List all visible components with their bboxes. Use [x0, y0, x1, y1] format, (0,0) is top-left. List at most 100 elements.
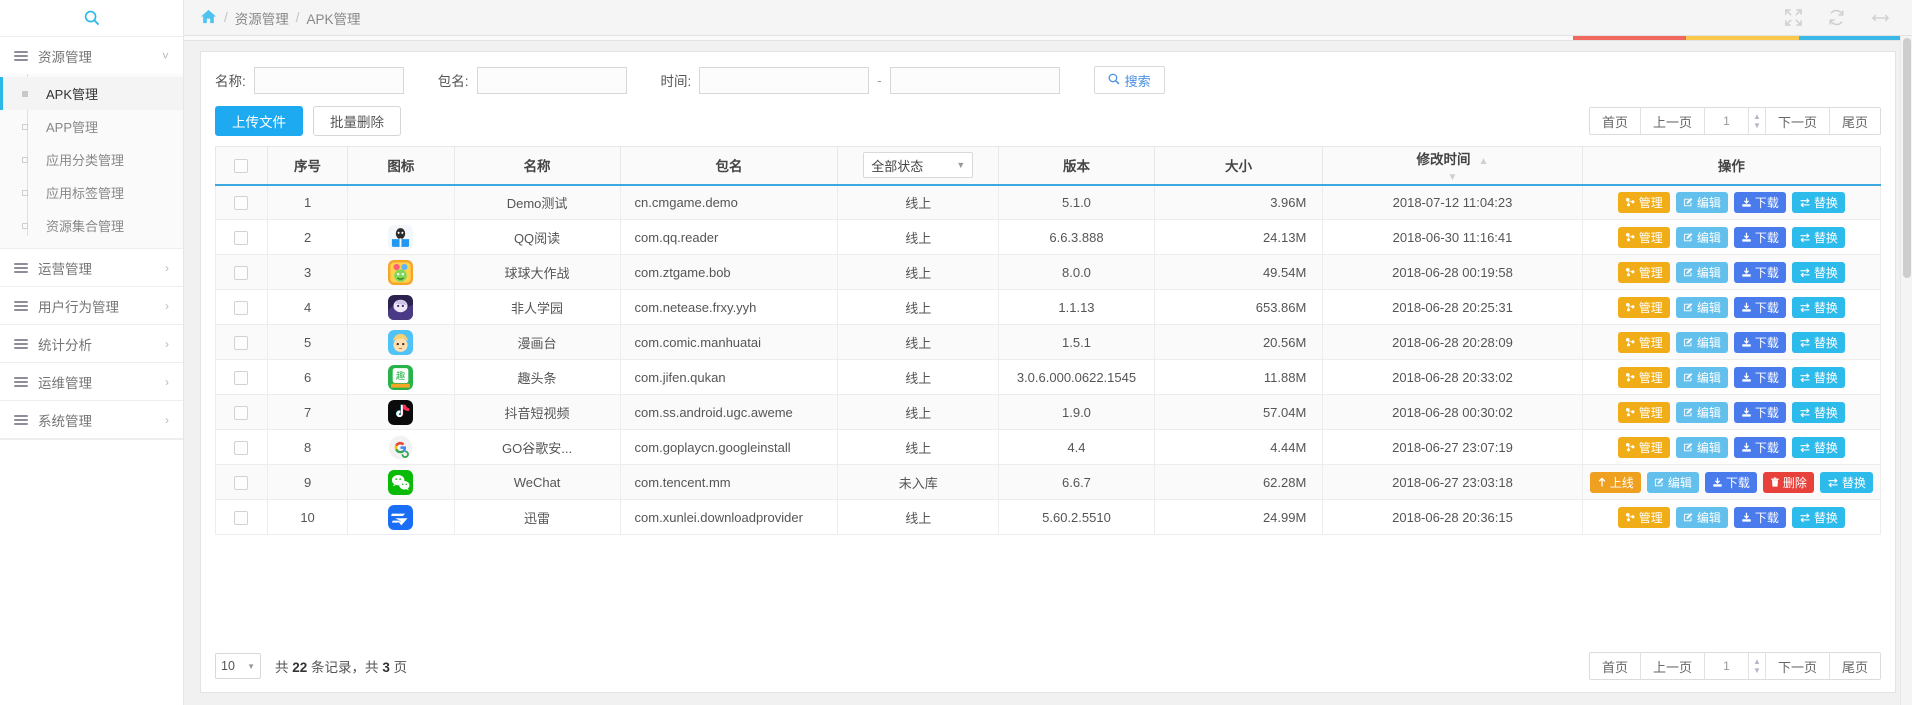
- row-checkbox[interactable]: [234, 511, 248, 525]
- header-modified[interactable]: 修改时间▲▼: [1323, 147, 1582, 185]
- prev-page-button[interactable]: 上一页: [1641, 108, 1705, 134]
- delete-button[interactable]: 删除: [1763, 472, 1814, 493]
- replace-button[interactable]: 替换: [1792, 367, 1845, 388]
- breadcrumb-item-resource[interactable]: 资源管理: [235, 8, 289, 28]
- vertical-scrollbar[interactable]: [1900, 36, 1912, 705]
- fullscreen-icon[interactable]: [1785, 9, 1802, 26]
- refresh-icon[interactable]: [1828, 9, 1845, 26]
- stepper-down-icon[interactable]: ▼: [1749, 666, 1765, 675]
- prev-page-button-bottom[interactable]: 上一页: [1641, 653, 1705, 679]
- select-all-checkbox[interactable]: [234, 159, 248, 173]
- first-page-button[interactable]: 首页: [1590, 108, 1641, 134]
- sidebar-item-resource-collection[interactable]: 资源集合管理: [0, 209, 183, 242]
- download-button[interactable]: 下载: [1734, 402, 1786, 423]
- edit-button[interactable]: 编辑: [1676, 507, 1728, 528]
- edit-button[interactable]: 编辑: [1676, 192, 1728, 213]
- download-button[interactable]: 下载: [1734, 192, 1786, 213]
- row-checkbox[interactable]: [234, 231, 248, 245]
- replace-button[interactable]: 替换: [1792, 507, 1845, 528]
- download-button[interactable]: 下载: [1734, 297, 1786, 318]
- edit-button[interactable]: 编辑: [1647, 472, 1699, 493]
- manage-button[interactable]: 管理: [1618, 332, 1670, 353]
- sidebar-group-header-system[interactable]: 系统管理 ›: [0, 401, 183, 438]
- upload-file-button[interactable]: 上传文件: [215, 106, 303, 136]
- download-button[interactable]: 下载: [1734, 437, 1786, 458]
- state-filter-select[interactable]: 全部状态 ▼: [863, 152, 973, 178]
- replace-button[interactable]: 替换: [1792, 402, 1845, 423]
- page-number-input[interactable]: [1705, 108, 1749, 134]
- edit-button[interactable]: 编辑: [1676, 297, 1728, 318]
- time-from-input[interactable]: [699, 67, 869, 94]
- sidebar-group-header-user-behavior[interactable]: 用户行为管理 ›: [0, 287, 183, 324]
- cell-size: 57.04M: [1154, 395, 1323, 430]
- last-page-button-bottom[interactable]: 尾页: [1830, 653, 1880, 679]
- download-button[interactable]: 下载: [1734, 262, 1786, 283]
- edit-button[interactable]: 编辑: [1676, 332, 1728, 353]
- replace-button[interactable]: 替换: [1792, 437, 1845, 458]
- download-button[interactable]: 下载: [1734, 507, 1786, 528]
- manage-button[interactable]: 管理: [1618, 262, 1670, 283]
- row-checkbox[interactable]: [234, 371, 248, 385]
- row-checkbox[interactable]: [234, 406, 248, 420]
- manage-button[interactable]: 管理: [1618, 192, 1670, 213]
- manage-button[interactable]: 管理: [1618, 297, 1670, 318]
- breadcrumb-item-apk[interactable]: APK管理: [307, 8, 361, 28]
- next-page-button[interactable]: 下一页: [1766, 108, 1830, 134]
- edit-button[interactable]: 编辑: [1676, 262, 1728, 283]
- sidebar-group-header-statistics[interactable]: 统计分析 ›: [0, 325, 183, 362]
- page-stepper[interactable]: ▲ ▼: [1749, 108, 1766, 134]
- page-size-select[interactable]: 10 ▼: [215, 653, 261, 679]
- row-checkbox[interactable]: [234, 196, 248, 210]
- row-checkbox[interactable]: [234, 266, 248, 280]
- replace-button[interactable]: 替换: [1820, 472, 1873, 493]
- scrollbar-thumb[interactable]: [1903, 38, 1911, 278]
- collapse-icon[interactable]: [1871, 12, 1890, 24]
- next-page-button-bottom[interactable]: 下一页: [1766, 653, 1830, 679]
- sidebar-search-button[interactable]: [0, 0, 183, 37]
- replace-button[interactable]: 替换: [1792, 192, 1845, 213]
- edit-button[interactable]: 编辑: [1676, 367, 1728, 388]
- manage-button[interactable]: 管理: [1618, 402, 1670, 423]
- edit-button[interactable]: 编辑: [1676, 227, 1728, 248]
- download-button[interactable]: 下载: [1734, 332, 1786, 353]
- row-checkbox[interactable]: [234, 441, 248, 455]
- sidebar-group-header-operations[interactable]: 运营管理 ›: [0, 249, 183, 286]
- stepper-up-icon[interactable]: ▲: [1749, 112, 1765, 121]
- manage-button[interactable]: 管理: [1618, 227, 1670, 248]
- replace-button[interactable]: 替换: [1792, 332, 1845, 353]
- download-button[interactable]: 下载: [1734, 367, 1786, 388]
- sidebar-group-header-ops[interactable]: 运维管理 ›: [0, 363, 183, 400]
- edit-button[interactable]: 编辑: [1676, 402, 1728, 423]
- last-page-button[interactable]: 尾页: [1830, 108, 1880, 134]
- home-icon[interactable]: [200, 9, 217, 27]
- first-page-button-bottom[interactable]: 首页: [1590, 653, 1641, 679]
- manage-button[interactable]: 管理: [1618, 437, 1670, 458]
- manage-button[interactable]: 管理: [1618, 367, 1670, 388]
- row-checkbox[interactable]: [234, 476, 248, 490]
- page-stepper-bottom[interactable]: ▲ ▼: [1749, 653, 1766, 679]
- manage-button[interactable]: 管理: [1618, 507, 1670, 528]
- row-checkbox[interactable]: [234, 301, 248, 315]
- search-button[interactable]: 搜索: [1094, 66, 1165, 94]
- stepper-down-icon[interactable]: ▼: [1749, 121, 1765, 130]
- sidebar-item-apk-management[interactable]: APK管理: [0, 77, 183, 110]
- batch-delete-button[interactable]: 批量删除: [313, 106, 401, 136]
- package-input[interactable]: [477, 67, 627, 94]
- row-checkbox[interactable]: [234, 336, 248, 350]
- sidebar-item-app-tag[interactable]: 应用标签管理: [0, 176, 183, 209]
- name-input[interactable]: [254, 67, 404, 94]
- download-button[interactable]: 下载: [1734, 227, 1786, 248]
- sidebar-item-app-category[interactable]: 应用分类管理: [0, 143, 183, 176]
- stepper-up-icon[interactable]: ▲: [1749, 657, 1765, 666]
- edit-button[interactable]: 编辑: [1676, 437, 1728, 458]
- sidebar-item-app-management[interactable]: APP管理: [0, 110, 183, 143]
- replace-button[interactable]: 替换: [1792, 262, 1845, 283]
- online-button[interactable]: 上线: [1590, 472, 1641, 493]
- replace-button[interactable]: 替换: [1792, 297, 1845, 318]
- page-number-input-bottom[interactable]: [1705, 653, 1749, 679]
- replace-button[interactable]: 替换: [1792, 227, 1845, 248]
- sidebar-group-header-resource[interactable]: 资源管理 ˅: [0, 37, 183, 74]
- time-to-input[interactable]: [890, 67, 1060, 94]
- download-button[interactable]: 下载: [1705, 472, 1757, 493]
- replace-label: 替换: [1842, 474, 1866, 491]
